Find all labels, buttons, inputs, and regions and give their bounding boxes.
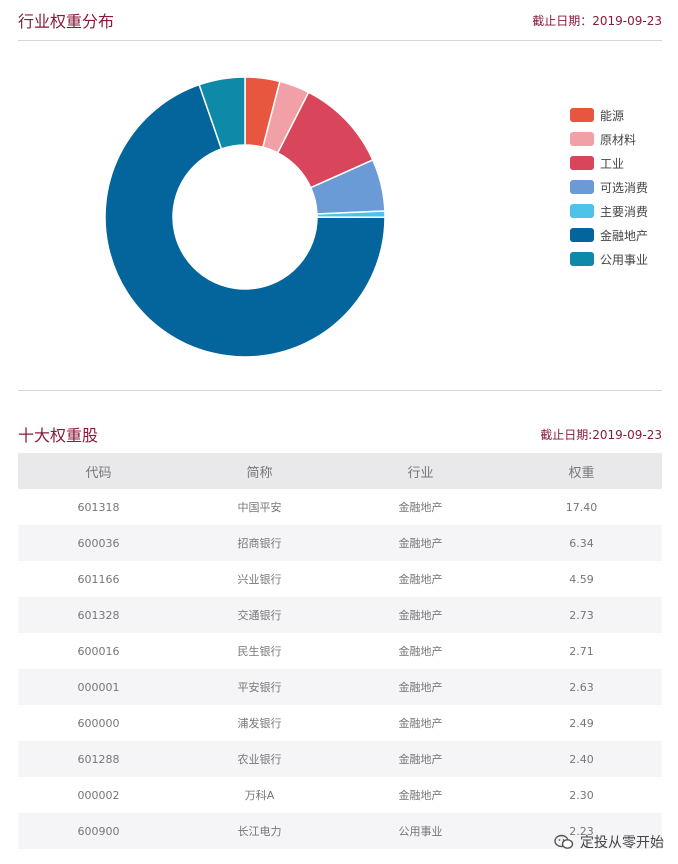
legend-label: 工业 (600, 156, 625, 171)
divider-middle (18, 390, 662, 391)
table-cell: 金融地产 (340, 525, 501, 561)
holdings-header-row: 代码 简称 行业 权重 (18, 453, 662, 489)
table-cell: 民生银行 (237, 645, 282, 658)
table-row: 600036 招商银行 金融地产 6.34 (18, 525, 662, 561)
table-cell: 中国平安 (237, 501, 282, 514)
table-cell: 000002 (77, 788, 120, 802)
legend-item: 原材料 (570, 127, 648, 151)
column-header: 权重 (501, 453, 662, 489)
table-cell: 公用事业 (340, 813, 501, 849)
table-cell: 2.49 (569, 716, 594, 730)
legend-swatch (570, 180, 594, 194)
table-cell: 600000 (77, 716, 120, 730)
table-row: 600016 民生银行 金融地产 2.71 (18, 633, 662, 669)
legend-swatch (570, 108, 594, 122)
table-cell: 长江电力 (179, 813, 340, 849)
table-cell: 金融地产 (398, 501, 443, 514)
wechat-icon (554, 834, 574, 849)
table-cell: 金融地产 (340, 669, 501, 705)
table-cell: 农业银行 (179, 741, 340, 777)
table-cell: 金融地产 (398, 717, 443, 730)
table-cell: 金融地产 (340, 597, 501, 633)
table-cell: 平安银行 (179, 669, 340, 705)
table-cell: 2.30 (569, 788, 594, 802)
table-cell: 600036 (18, 525, 179, 561)
legend-swatch (570, 132, 594, 146)
legend-item: 能源 (570, 103, 648, 127)
chart-legend: 能源原材料工业可选消费主要消费金融地产公用事业 (570, 103, 648, 271)
column-header: 简称 (179, 453, 340, 489)
table-cell: 601288 (18, 741, 179, 777)
table-cell: 金融地产 (398, 645, 443, 658)
divider-top (18, 40, 662, 41)
holdings-section-header: 十大权重股 截止日期:2019-09-23 (18, 422, 662, 446)
watermark-text: 定投从零开始 (580, 835, 664, 851)
table-row: 601166 兴业银行 金融地产 4.59 (18, 561, 662, 597)
table-cell: 601318 (77, 500, 120, 514)
table-cell: 2.71 (569, 644, 594, 658)
table-cell: 000001 (18, 669, 179, 705)
legend-label: 主要消费 (600, 204, 649, 219)
table-row: 000002 万科A 金融地产 2.30 (18, 777, 662, 813)
table-row: 000001 平安银行 金融地产 2.63 (18, 669, 662, 705)
table-cell: 交通银行 (179, 597, 340, 633)
legend-item: 主要消费 (570, 199, 648, 223)
table-row: 601318 中国平安 金融地产 17.40 (18, 489, 662, 525)
table-cell: 6.34 (501, 525, 662, 561)
legend-label: 金融地产 (600, 228, 649, 243)
table-cell: 600900 (18, 813, 179, 849)
table-cell: 2.63 (501, 669, 662, 705)
table-cell: 金融地产 (340, 741, 501, 777)
table-cell: 2.73 (501, 597, 662, 633)
holdings-section-title: 十大权重股 (18, 426, 99, 445)
table-cell: 招商银行 (179, 525, 340, 561)
industry-date-label: 截止日期：2019-09-23 (532, 13, 662, 28)
column-header: 代码 (18, 453, 179, 489)
legend-item: 可选消费 (570, 175, 648, 199)
table-cell: 601166 (77, 572, 120, 586)
legend-swatch (570, 252, 594, 266)
table-cell: 2.40 (501, 741, 662, 777)
table-row: 600000 浦发银行 金融地产 2.49 (18, 705, 662, 741)
table-cell: 4.59 (569, 572, 594, 586)
table-cell: 金融地产 (398, 789, 443, 802)
legend-item: 金融地产 (570, 223, 648, 247)
legend-item: 公用事业 (570, 247, 648, 271)
industry-donut-chart (104, 76, 386, 358)
column-header: 行业 (340, 453, 501, 489)
table-row: 601328 交通银行 金融地产 2.73 (18, 597, 662, 633)
table-cell: 601328 (18, 597, 179, 633)
industry-section-header: 行业权重分布 截止日期：2019-09-23 (18, 8, 662, 32)
table-cell: 600016 (77, 644, 120, 658)
holdings-date-label: 截止日期:2019-09-23 (540, 427, 662, 442)
legend-swatch (570, 228, 594, 242)
holdings-table: 代码 简称 行业 权重 601318 中国平安 金融地产 17.40 600036 招商银行 金融… (18, 453, 662, 849)
table-cell: 浦发银行 (237, 717, 282, 730)
table-cell: 兴业银行 (237, 573, 282, 586)
legend-label: 可选消费 (600, 180, 649, 195)
legend-label: 公用事业 (600, 252, 649, 267)
industry-section-title: 行业权重分布 (18, 12, 115, 31)
legend-label: 原材料 (600, 132, 637, 147)
table-cell: 17.40 (565, 500, 598, 514)
legend-swatch (570, 156, 594, 170)
legend-label: 能源 (600, 108, 625, 123)
table-cell: 万科A (244, 789, 275, 802)
legend-item: 工业 (570, 151, 648, 175)
table-row: 601288 农业银行 金融地产 2.40 (18, 741, 662, 777)
watermark: 定投从零开始 (554, 832, 664, 852)
legend-swatch (570, 204, 594, 218)
table-cell: 金融地产 (398, 573, 443, 586)
